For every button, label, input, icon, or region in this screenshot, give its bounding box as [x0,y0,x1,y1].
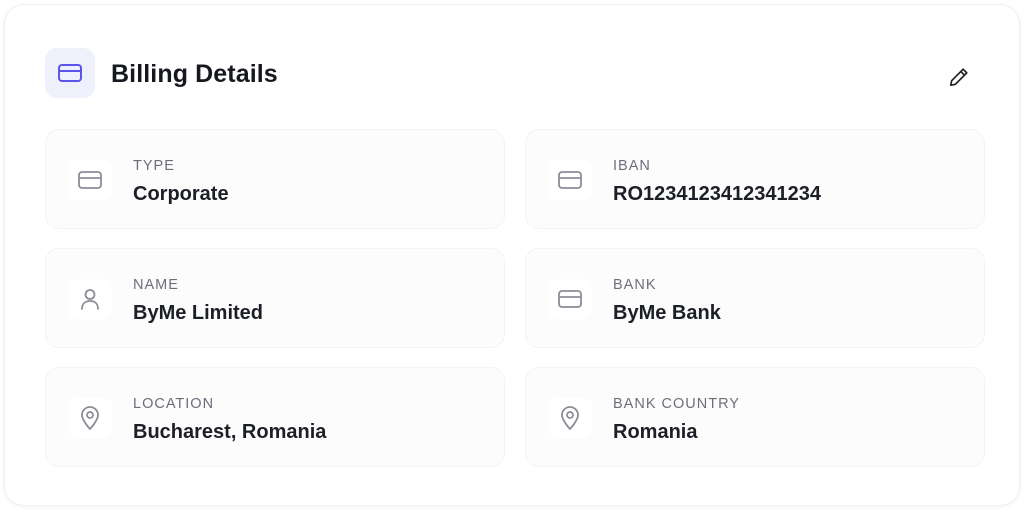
field-value: ByMe Bank [613,302,721,324]
field-value: RO1234123412341234 [613,183,821,205]
field-bank-country: BANK COUNTRY Romania [525,367,985,467]
credit-card-icon [68,160,112,200]
page-title: Billing Details [111,60,278,88]
field-label: BANK COUNTRY [613,396,740,412]
pencil-icon [949,68,968,87]
credit-card-icon [548,279,592,319]
field-iban: IBAN RO1234123412341234 [525,129,985,229]
field-label: TYPE [133,158,175,174]
field-label: BANK [613,277,657,293]
field-value: Bucharest, Romania [133,421,327,443]
field-value: Corporate [133,183,229,205]
credit-card-icon [45,48,95,98]
field-name: NAME ByMe Limited [45,248,505,348]
field-value: ByMe Limited [133,302,264,324]
credit-card-icon [548,160,592,200]
field-location: LOCATION Bucharest, Romania [45,367,505,467]
field-value: Romania [613,421,698,443]
field-label: IBAN [613,158,651,174]
field-label: LOCATION [133,396,215,412]
map-pin-icon [548,398,592,438]
map-pin-icon [68,398,112,438]
field-type: TYPE Corporate [45,129,505,229]
field-bank: BANK ByMe Bank [525,248,985,348]
user-icon [68,279,112,319]
billing-details-card: Billing Details TYPE Corporate IBAN RO12… [4,4,1020,506]
edit-button[interactable] [944,62,974,92]
field-label: NAME [133,277,179,293]
billing-fields-grid: TYPE Corporate IBAN RO1234123412341234 N… [45,129,985,467]
